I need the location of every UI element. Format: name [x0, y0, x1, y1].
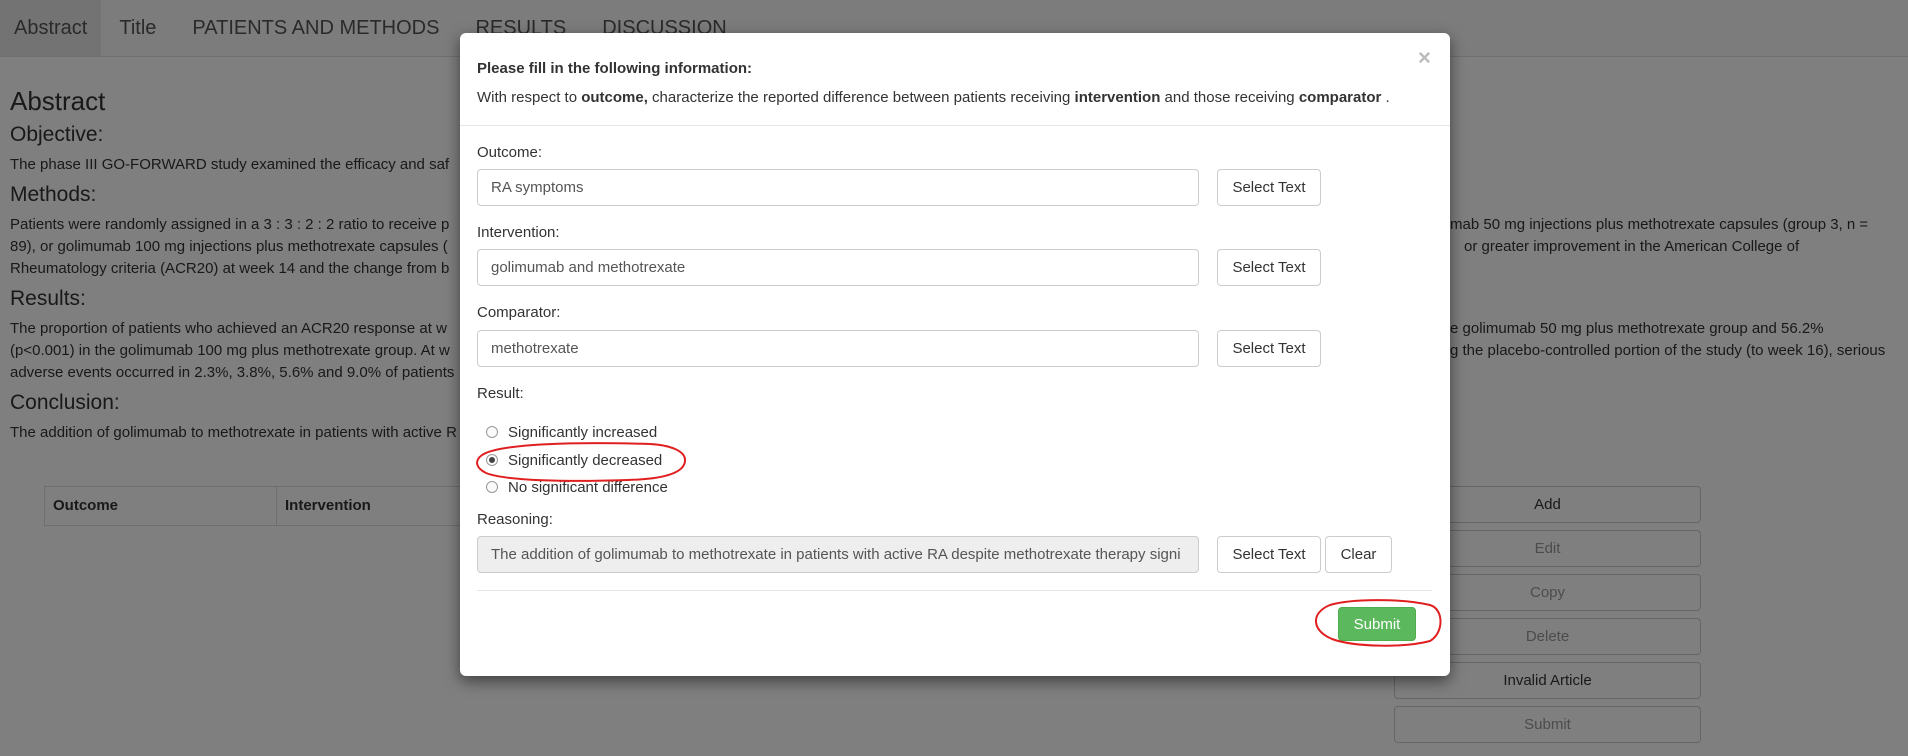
- outcome-label: Outcome:: [477, 144, 543, 161]
- intervention-select-text-button[interactable]: Select Text: [1217, 249, 1321, 286]
- option-label-decreased: Significantly decreased: [508, 451, 663, 469]
- reasoning-select-text-button[interactable]: Select Text: [1217, 536, 1321, 573]
- reasoning-label: Reasoning:: [477, 511, 553, 528]
- instructions-comparator: comparator: [1298, 89, 1382, 106]
- option-label-no-difference: No significant difference: [508, 478, 668, 496]
- modal-divider: [477, 590, 1432, 591]
- comparator-label: Comparator:: [477, 304, 561, 321]
- radio-increased[interactable]: [486, 426, 498, 438]
- modal-header: Please fill in the following information…: [460, 33, 1450, 126]
- outcome-field[interactable]: RA symptoms: [477, 169, 1199, 206]
- modal-instructions: With respect to outcome, characterize th…: [477, 89, 1390, 106]
- instructions-text-2: characterize the reported difference bet…: [647, 89, 1075, 106]
- option-label-increased: Significantly increased: [508, 423, 658, 441]
- radio-decreased[interactable]: [486, 454, 498, 466]
- result-option-increased[interactable]: Significantly increased: [486, 421, 657, 443]
- instructions-text-3: and those receiving: [1160, 89, 1299, 106]
- result-label: Result:: [477, 385, 524, 402]
- close-icon[interactable]: ×: [1418, 45, 1431, 71]
- radio-no-difference[interactable]: [486, 481, 498, 493]
- comparator-select-text-button[interactable]: Select Text: [1217, 330, 1321, 367]
- reasoning-field[interactable]: The addition of golimumab to methotrexat…: [477, 536, 1199, 573]
- result-option-no-difference[interactable]: No significant difference: [486, 476, 668, 498]
- instructions-intervention: intervention: [1074, 89, 1161, 106]
- instructions-outcome: outcome,: [581, 89, 648, 106]
- comparator-field[interactable]: methotrexate: [477, 330, 1199, 367]
- intervention-label: Intervention:: [477, 224, 560, 241]
- submit-button[interactable]: Submit: [1338, 607, 1416, 641]
- instructions-end: .: [1381, 89, 1390, 106]
- reasoning-clear-button[interactable]: Clear: [1325, 536, 1392, 573]
- modal-title: Please fill in the following information…: [477, 60, 753, 77]
- result-option-decreased[interactable]: Significantly decreased: [486, 449, 662, 471]
- fill-info-modal: Please fill in the following information…: [460, 33, 1450, 676]
- outcome-select-text-button[interactable]: Select Text: [1217, 169, 1321, 206]
- intervention-field[interactable]: golimumab and methotrexate: [477, 249, 1199, 286]
- instructions-text: With respect to: [477, 89, 582, 106]
